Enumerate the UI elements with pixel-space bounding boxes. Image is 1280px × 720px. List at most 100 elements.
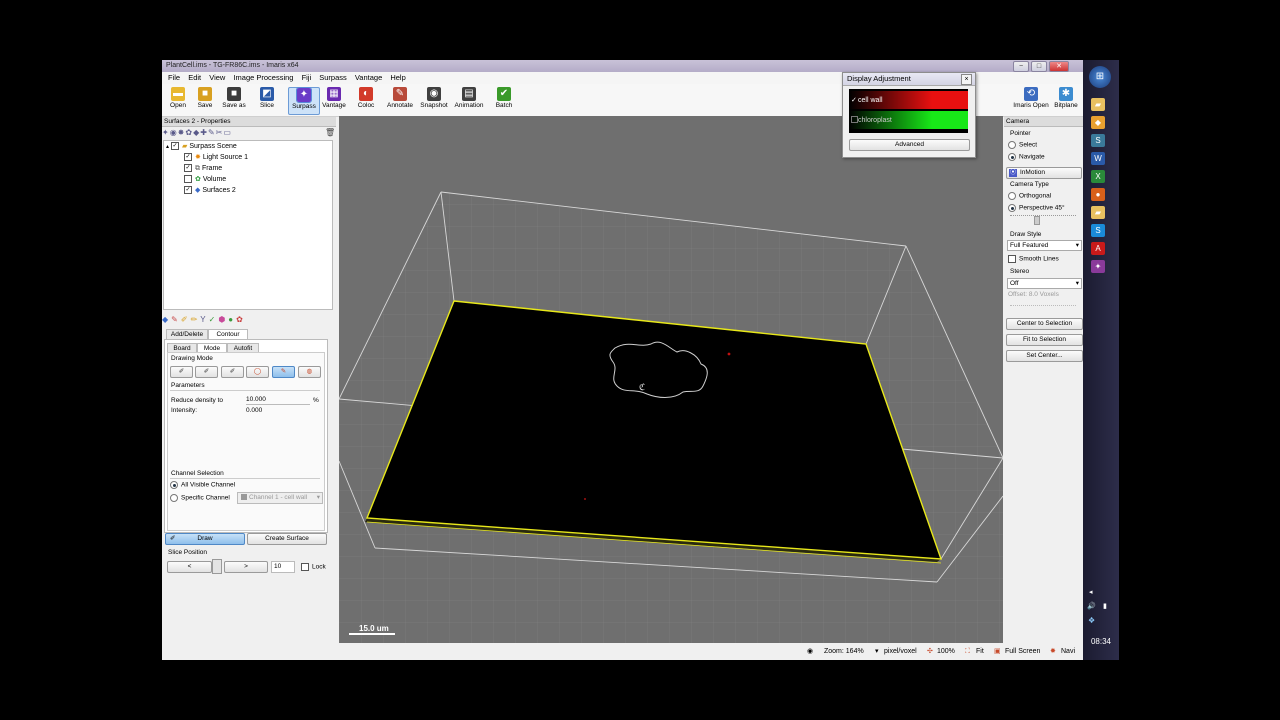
coloc-button[interactable]: ◐ Coloc: [351, 87, 381, 109]
color-wheel-icon[interactable]: ◉: [807, 644, 813, 660]
menu-edit[interactable]: Edit: [188, 73, 201, 82]
open-button[interactable]: ▬ Open: [163, 87, 193, 109]
draw-mode-button-2[interactable]: ✐: [195, 366, 218, 378]
menu-surpass[interactable]: Surpass: [319, 73, 347, 82]
checkbox[interactable]: ✓: [184, 153, 192, 162]
minimize-button[interactable]: −: [1013, 61, 1029, 72]
draw-mode-button-5[interactable]: ✎: [272, 366, 295, 378]
advanced-button[interactable]: Advanced: [849, 139, 970, 151]
fit-to-selection-button[interactable]: Fit to Selection: [1006, 334, 1083, 346]
wizard-icon[interactable]: ◆: [162, 315, 171, 324]
slice-prev-button[interactable]: <: [167, 561, 212, 573]
batch-button[interactable]: ✔ Batch: [489, 87, 519, 109]
clock[interactable]: 08:34: [1083, 637, 1119, 646]
draw-mode-button-1[interactable]: ✐: [170, 366, 193, 378]
checkbox[interactable]: [184, 175, 192, 184]
channel-row-chloroplast[interactable]: chloroplast: [849, 111, 968, 129]
pencil-icon[interactable]: ✐: [181, 315, 191, 324]
perspective-slider-handle[interactable]: [1034, 216, 1040, 225]
draw-mode-button-4[interactable]: ◯: [246, 366, 269, 378]
wizard-icon[interactable]: ✏: [191, 315, 201, 324]
draw-style-select[interactable]: Full Featured ▾: [1007, 240, 1082, 251]
save-button[interactable]: ■ Save: [190, 87, 220, 109]
wizard-icon[interactable]: ●: [228, 315, 236, 324]
firefox-icon[interactable]: ●: [1091, 188, 1105, 201]
specific-channel-radio[interactable]: Specific Channel: [170, 494, 230, 502]
3d-viewport[interactable]: ℭ 15.0 um: [339, 116, 1003, 643]
channel-row-cell-wall[interactable]: ✓ cell wall: [849, 91, 968, 109]
menu-view[interactable]: View: [209, 73, 225, 82]
menu-file[interactable]: File: [168, 73, 180, 82]
tree-item-surpass-scene[interactable]: ▴ ✓ ▰ Surpass Scene: [164, 141, 332, 152]
wizard-icon[interactable]: ✎: [171, 315, 181, 324]
perspective-radio[interactable]: Perspective 45°: [1008, 204, 1065, 212]
navi-button[interactable]: Navi: [1061, 644, 1075, 660]
center-to-selection-button[interactable]: Center to Selection: [1006, 318, 1083, 330]
close-button[interactable]: ✕: [1049, 61, 1069, 72]
slice-button[interactable]: ◩ Slice: [252, 87, 282, 109]
pdf-icon[interactable]: A: [1091, 242, 1105, 255]
channel-checkbox[interactable]: [851, 116, 858, 123]
surpass-button[interactable]: ✦ Surpass: [288, 87, 320, 115]
menu-image-processing[interactable]: Image Processing: [233, 73, 293, 82]
fit-button[interactable]: Fit: [976, 644, 984, 660]
slice-value-input[interactable]: 10: [271, 561, 295, 573]
dropbox-icon[interactable]: ❖: [1088, 616, 1095, 625]
app-icon[interactable]: S: [1091, 134, 1105, 147]
smooth-lines-checkbox[interactable]: Smooth Lines: [1008, 255, 1059, 263]
lock-checkbox[interactable]: Lock: [301, 563, 326, 571]
show-hidden-icons[interactable]: ◂: [1089, 588, 1093, 596]
offset-slider[interactable]: [1010, 305, 1076, 306]
menu-help[interactable]: Help: [390, 73, 405, 82]
maximize-button[interactable]: □: [1031, 61, 1047, 72]
menu-vantage[interactable]: Vantage: [355, 73, 382, 82]
object-icons-row[interactable]: ✦◉✸✿◆✚✎✂▭: [162, 128, 232, 137]
skype-icon[interactable]: S: [1091, 224, 1105, 237]
zoom-100-button[interactable]: 100%: [937, 644, 955, 660]
reduce-density-input[interactable]: 10.000: [246, 396, 310, 405]
navigate-radio[interactable]: Navigate: [1008, 153, 1045, 161]
save-as-button[interactable]: ■ Save as: [219, 87, 249, 109]
network-icon[interactable]: ▮: [1103, 602, 1107, 610]
checkbox[interactable]: ✓: [170, 142, 179, 151]
snapshot-button[interactable]: ◉ Snapshot: [419, 87, 449, 109]
draw-mode-button-3[interactable]: ✐: [221, 366, 244, 378]
word-icon[interactable]: W: [1091, 152, 1105, 165]
wizard-icon[interactable]: ⬢: [218, 315, 228, 324]
inmotion-button[interactable]: ⦿ InMotion: [1006, 167, 1082, 179]
tab-add-delete[interactable]: Add/Delete: [166, 329, 208, 339]
imaris-icon[interactable]: ✦: [1091, 260, 1105, 273]
all-visible-radio[interactable]: All Visible Channel: [170, 481, 235, 489]
excel-icon[interactable]: X: [1091, 170, 1105, 183]
select-radio[interactable]: Select: [1008, 141, 1037, 149]
volume-icon[interactable]: 🔊: [1087, 602, 1096, 610]
fullscreen-button[interactable]: Full Screen: [1005, 644, 1040, 660]
wizard-icon[interactable]: ✿: [236, 315, 246, 324]
channel-checkbox[interactable]: ✓: [851, 96, 857, 104]
channel-select[interactable]: Channel 1 - cell wall ▾: [237, 492, 323, 504]
menu-fiji[interactable]: Fiji: [302, 73, 312, 82]
slice-slider-handle[interactable]: [212, 559, 222, 574]
chevron-down-icon[interactable]: ▾: [875, 644, 879, 660]
annotate-button[interactable]: ✎ Annotate: [385, 87, 415, 109]
wizard-icon[interactable]: Y: [200, 315, 208, 324]
imaris-open-button[interactable]: ⟲ Imaris Open: [1013, 87, 1049, 109]
tree-item-surfaces[interactable]: ✓ ◆ Surfaces 2: [164, 185, 332, 196]
delete-icon[interactable]: 🗑: [325, 127, 335, 138]
draw-button[interactable]: ✐ Draw: [165, 533, 245, 545]
draw-mode-button-6[interactable]: ◍: [298, 366, 321, 378]
close-icon[interactable]: ×: [961, 74, 972, 85]
tree-item-light-source[interactable]: ✓ ✸ Light Source 1: [164, 152, 332, 163]
windows-start-icon[interactable]: ⊞: [1089, 66, 1111, 88]
perspective-slider[interactable]: [1010, 215, 1076, 216]
animation-button[interactable]: ▤ Animation: [454, 87, 484, 109]
explorer-icon[interactable]: ▰: [1091, 98, 1105, 111]
wizard-icon[interactable]: ✓: [209, 315, 219, 324]
app-icon[interactable]: ◆: [1091, 116, 1105, 129]
bitplane-button[interactable]: ✱ Bitplane: [1051, 87, 1081, 109]
checkbox[interactable]: ✓: [184, 164, 192, 173]
checkbox[interactable]: ✓: [184, 186, 192, 195]
tree-item-volume[interactable]: ✿ Volume: [164, 174, 332, 185]
stereo-select[interactable]: Off ▾: [1007, 278, 1082, 289]
tree-item-frame[interactable]: ✓ ⧉ Frame: [164, 163, 332, 174]
